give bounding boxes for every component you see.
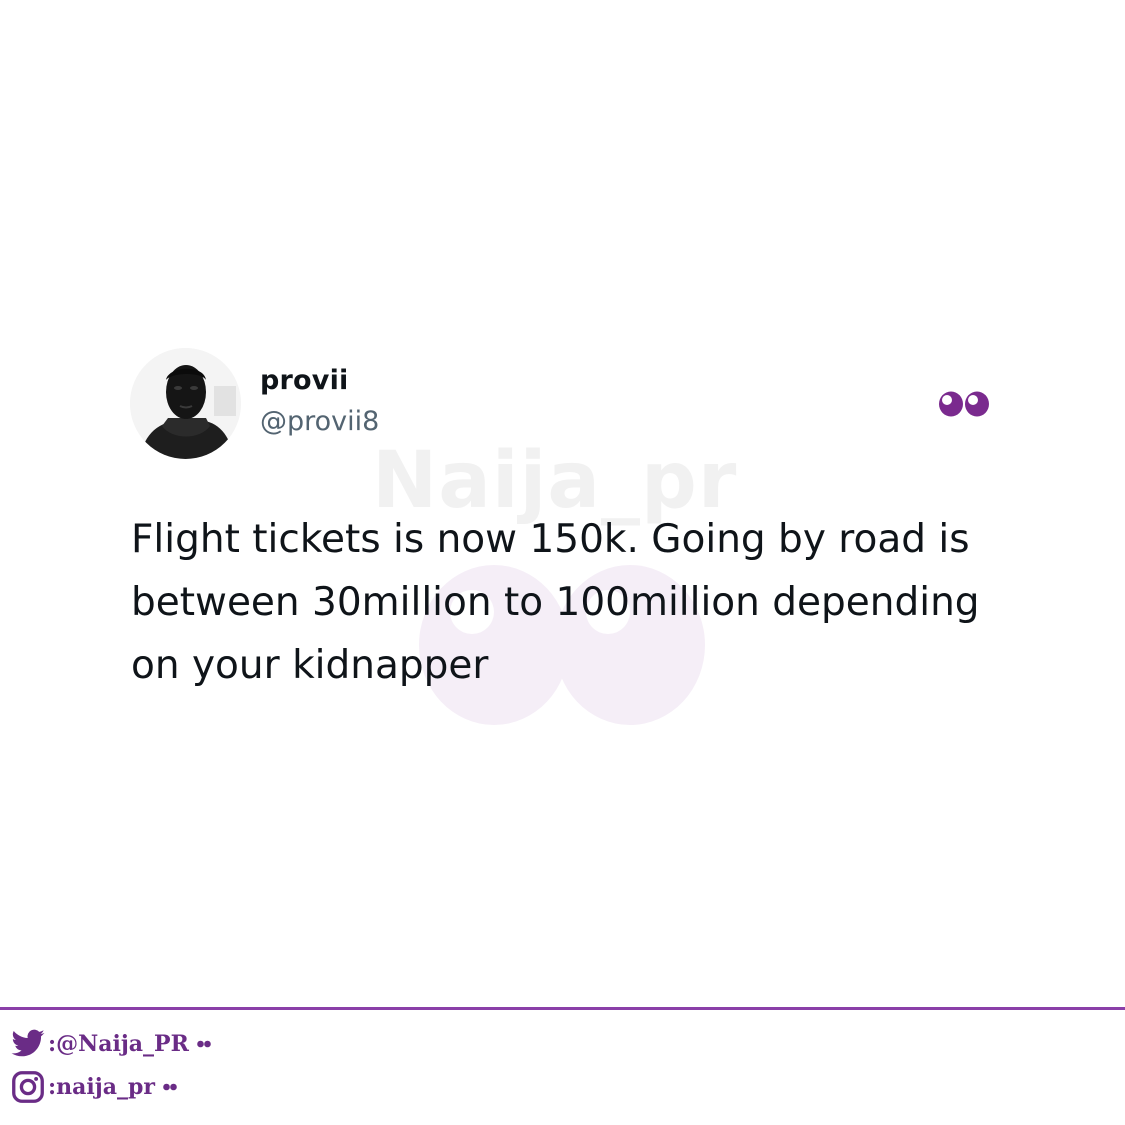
instagram-handle-row[interactable]: :naija_pr [10, 1069, 177, 1105]
eyes-icon [939, 391, 989, 417]
eyes-icon [197, 1040, 211, 1048]
twitter-bird-icon [11, 1029, 45, 1057]
twitter-handle-row[interactable]: :@Naija_PR [10, 1026, 211, 1062]
eyes-icon [163, 1083, 177, 1091]
username-handle[interactable]: @provii8 [260, 406, 379, 437]
avatar[interactable] [130, 348, 241, 459]
twitter-handle-label: :@Naija_PR [48, 1031, 189, 1057]
instagram-icon [12, 1071, 44, 1103]
display-name[interactable]: provii [260, 365, 349, 396]
profile-photo [130, 348, 241, 459]
instagram-handle-label: :naija_pr [48, 1074, 155, 1100]
footer-divider [0, 1007, 1125, 1010]
tweet-screenshot-card: Naija_pr provii @provii8 Flight tickets … [0, 0, 1125, 1125]
tweet-text: Flight tickets is now 150k. Going by roa… [131, 517, 980, 688]
